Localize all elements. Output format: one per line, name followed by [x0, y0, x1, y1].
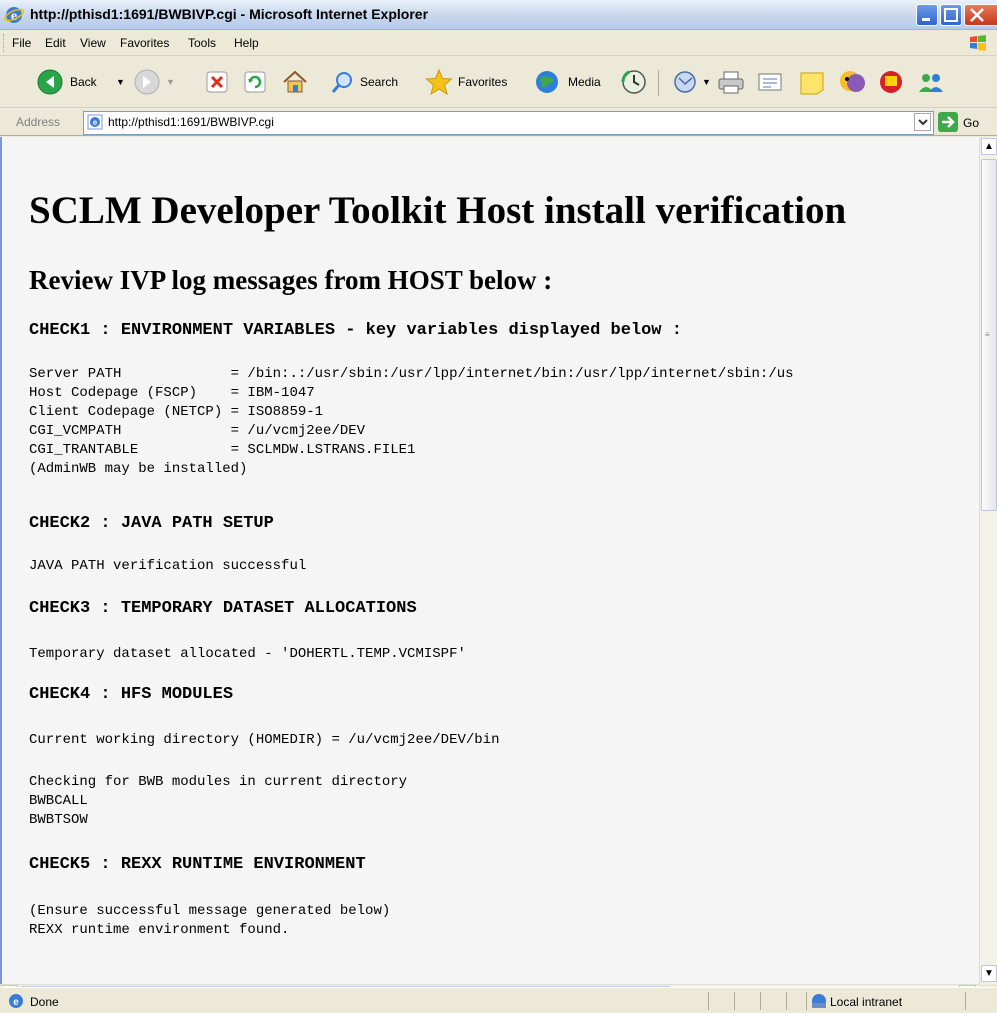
- refresh-icon[interactable]: [242, 68, 268, 96]
- go-label: Go: [963, 116, 980, 130]
- menu-help[interactable]: Help: [234, 36, 259, 50]
- mail-icon[interactable]: [672, 68, 700, 96]
- intranet-zone-icon: [812, 994, 826, 1008]
- close-button[interactable]: [964, 4, 997, 26]
- minimize-button[interactable]: [916, 4, 938, 26]
- check1-heading: CHECK1 : ENVIRONMENT VARIABLES - key var…: [29, 321, 682, 340]
- check4-heading: CHECK4 : HFS MODULES: [29, 685, 234, 704]
- go-arrow-icon: [938, 112, 958, 132]
- contacts-icon[interactable]: [916, 68, 946, 96]
- address-label: Address: [16, 115, 61, 129]
- check3-text: Temporary dataset allocated - 'DOHERTL.T…: [29, 646, 466, 662]
- window-title: http://pthisd1:1691/BWBIVP.cgi - Microso…: [30, 6, 429, 22]
- media-icon: [536, 71, 558, 93]
- check4-text-modules: Checking for BWB modules in current dire…: [29, 774, 408, 828]
- search-label: Search: [360, 75, 399, 89]
- svg-text:e: e: [13, 997, 19, 1008]
- menu-edit[interactable]: Edit: [45, 36, 66, 50]
- menu-tools[interactable]: Tools: [188, 36, 216, 50]
- status-separator: [806, 992, 807, 1010]
- page-title: SCLM Developer Toolkit Host install veri…: [29, 189, 847, 232]
- home-icon[interactable]: [280, 68, 310, 96]
- check3-heading: CHECK3 : TEMPORARY DATASET ALLOCATIONS: [29, 599, 417, 618]
- page-subtitle: Review IVP log messages from HOST below …: [29, 265, 553, 295]
- print-icon[interactable]: [716, 68, 746, 96]
- status-separator: [760, 992, 761, 1010]
- page-icon: e: [87, 114, 103, 130]
- address-url: http://pthisd1:1691/BWBIVP.cgi: [108, 115, 274, 129]
- discuss-icon[interactable]: [798, 68, 826, 96]
- status-separator: [708, 992, 709, 1010]
- mail-dropdown-icon[interactable]: ▼: [702, 77, 711, 87]
- back-arrow-icon: [37, 69, 63, 95]
- windows-logo-icon: [970, 35, 986, 51]
- scroll-down-button[interactable]: ▼: [981, 965, 997, 982]
- menu-file[interactable]: File: [12, 36, 31, 50]
- research-icon[interactable]: [876, 68, 906, 96]
- thumb-grip-icon: ≡: [985, 330, 990, 339]
- svg-text:e: e: [93, 118, 98, 127]
- toolbar-separator: [658, 70, 659, 96]
- standard-toolbar: Back ▼ ▼ Search Favorites Media ▼: [0, 56, 997, 108]
- status-separator: [786, 992, 787, 1010]
- back-dropdown-icon[interactable]: ▼: [116, 77, 125, 87]
- maximize-icon: [944, 8, 958, 22]
- scroll-up-button[interactable]: ▲: [981, 138, 997, 155]
- check5-text: (Ensure successful message generated bel…: [29, 903, 391, 938]
- address-input[interactable]: e http://pthisd1:1691/BWBIVP.cgi: [83, 111, 934, 135]
- title-bar: e http://pthisd1:1691/BWBIVP.cgi - Micro…: [0, 0, 997, 30]
- internet-explorer-icon: e: [4, 7, 24, 24]
- stop-icon[interactable]: [204, 68, 230, 96]
- messenger-icon[interactable]: [838, 68, 868, 96]
- address-bar: Address e http://pthisd1:1691/BWBIVP.cgi…: [0, 108, 997, 136]
- check1-text: Server PATH = /bin:.:/usr/sbin:/usr/lpp/…: [29, 366, 794, 477]
- page-content: SCLM Developer Toolkit Host install veri…: [0, 137, 979, 984]
- address-dropdown[interactable]: [914, 113, 931, 131]
- page-done-icon: e: [9, 994, 23, 1008]
- favorites-star-icon: [425, 68, 453, 96]
- close-icon: [970, 8, 984, 22]
- menu-bar: File Edit View Favorites Tools Help: [0, 30, 997, 56]
- history-icon[interactable]: [620, 68, 648, 96]
- chevron-down-icon: [918, 119, 928, 126]
- status-separator: [965, 992, 966, 1010]
- status-separator: [734, 992, 735, 1010]
- search-icon: [331, 72, 352, 93]
- menu-view[interactable]: View: [80, 36, 106, 50]
- back-label: Back: [70, 75, 97, 89]
- forward-dropdown-icon[interactable]: ▼: [166, 77, 175, 87]
- vertical-scrollbar[interactable]: ▲ ≡ ▼: [979, 137, 997, 984]
- check5-heading: CHECK5 : REXX RUNTIME ENVIRONMENT: [29, 855, 366, 874]
- security-zone-label: Local intranet: [830, 995, 903, 1009]
- toolbar-grip: [3, 34, 7, 52]
- check2-text: JAVA PATH verification successful: [29, 558, 307, 574]
- vertical-scroll-thumb[interactable]: ≡: [981, 159, 997, 511]
- check4-text-dir: Current working directory (HOMEDIR) = /u…: [29, 732, 500, 748]
- media-label: Media: [568, 75, 601, 89]
- menu-favorites[interactable]: Favorites: [120, 36, 169, 50]
- status-text: Done: [30, 995, 59, 1009]
- minimize-icon: [922, 18, 930, 21]
- favorites-label: Favorites: [458, 75, 508, 89]
- maximize-button[interactable]: [940, 4, 962, 26]
- forward-arrow-icon[interactable]: [132, 68, 162, 96]
- check2-heading: CHECK2 : JAVA PATH SETUP: [29, 514, 274, 533]
- edit-icon[interactable]: [756, 68, 784, 96]
- status-bar: e Done Local intranet: [0, 987, 997, 1013]
